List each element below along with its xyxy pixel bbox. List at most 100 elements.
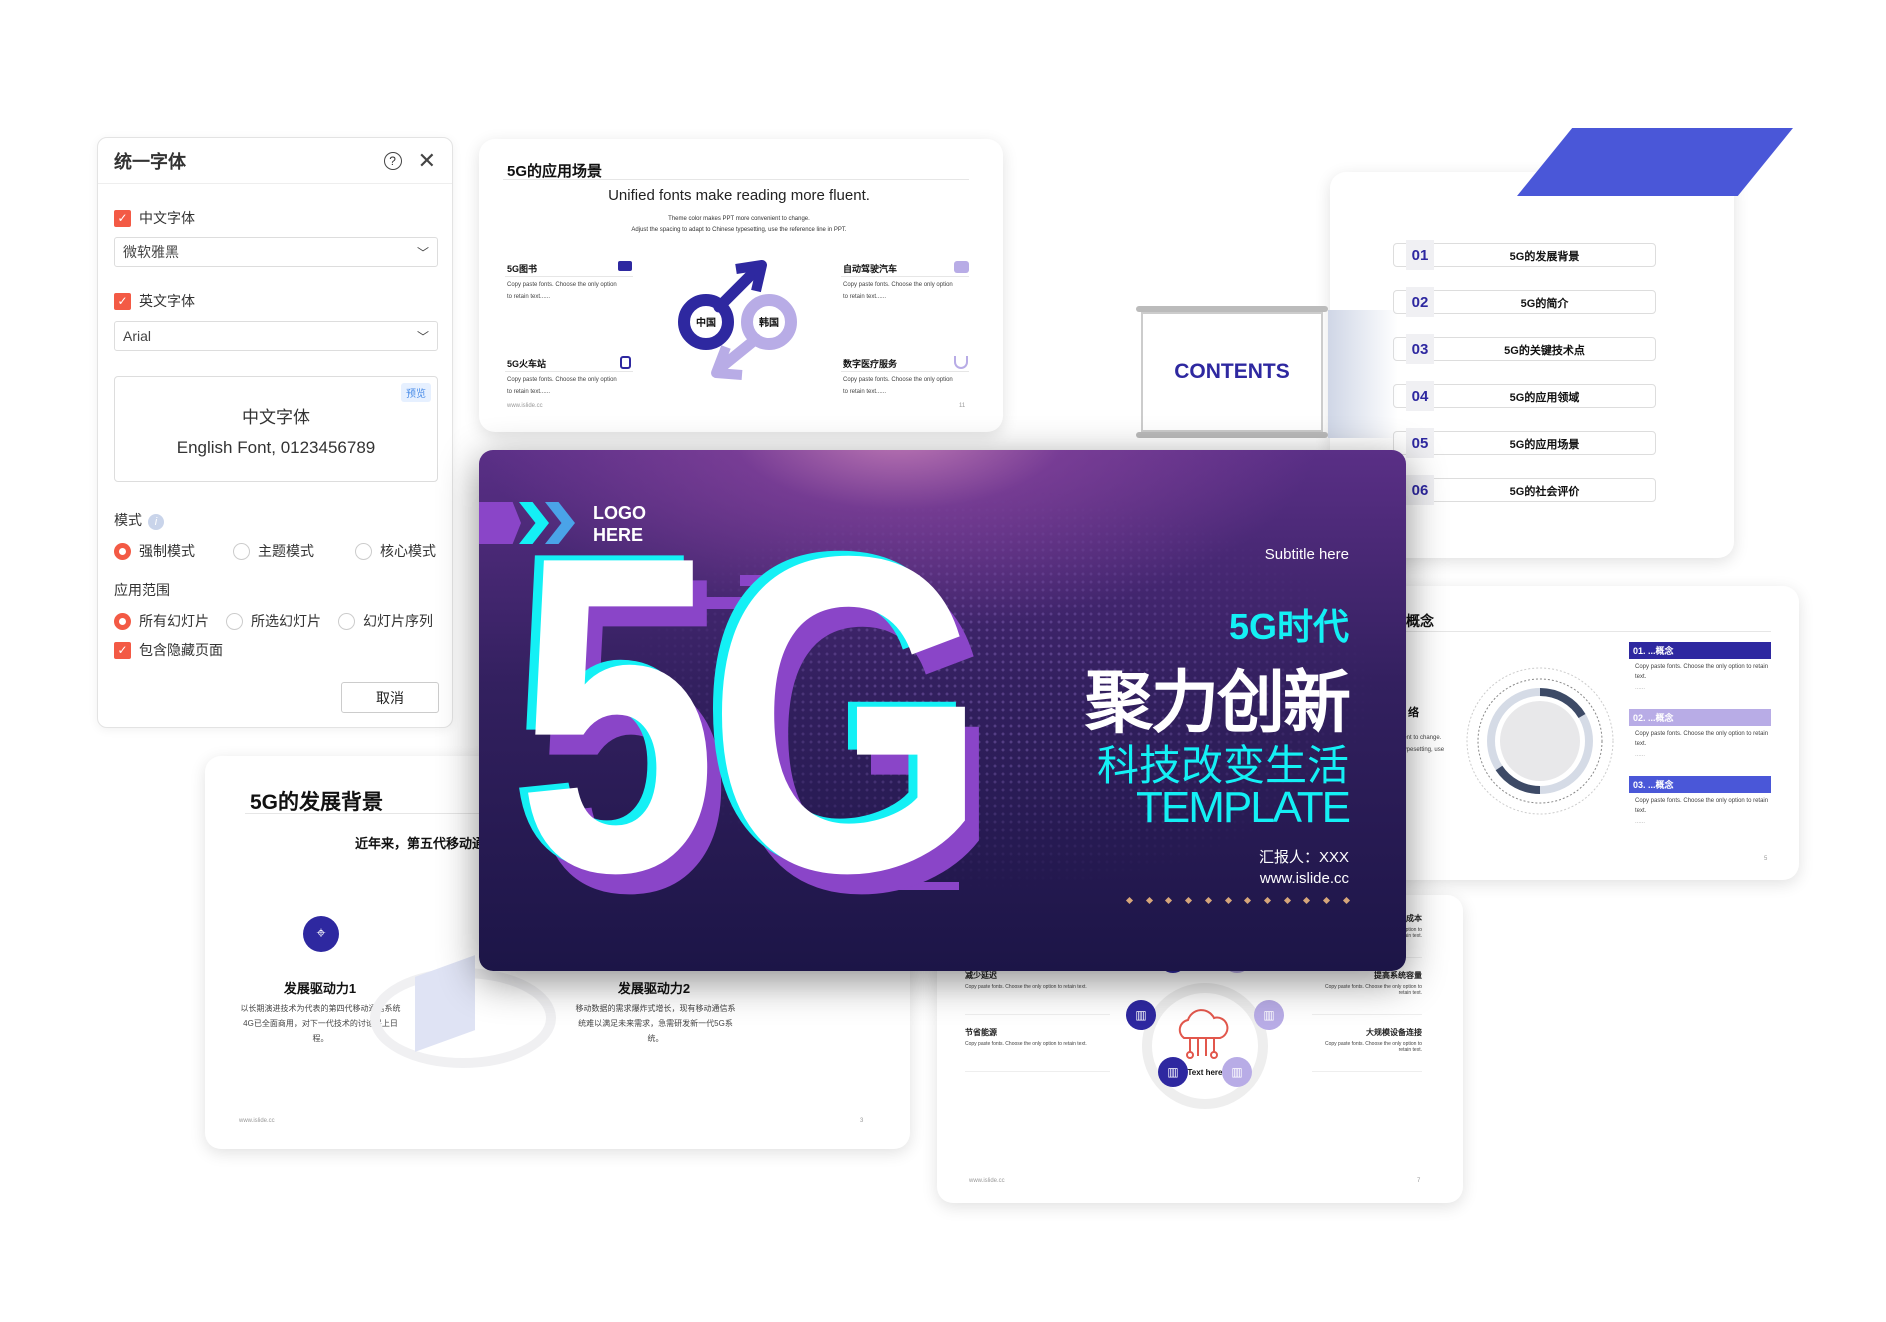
advantage-text: Copy paste fonts. Choose the only option… <box>965 984 1087 990</box>
advantage-item: 节省能源 Copy paste fonts. Choose the only op… <box>965 1027 1110 1072</box>
contents-item-number: 06 <box>1406 475 1434 505</box>
advantage-title: 减少延迟 <box>965 971 997 980</box>
contents-item-number: 05 <box>1406 428 1434 458</box>
contents-heading: CONTENTS <box>1141 312 1323 432</box>
radio-mode-theme[interactable]: 主题模式 <box>233 541 314 561</box>
stethoscope-icon <box>954 356 968 369</box>
website: www.islide.cc <box>1259 870 1349 887</box>
slide-thumbnail-scenes[interactable]: 5G的应用场景 Unified fonts make reading more … <box>479 139 1003 432</box>
chevron-down-icon: ﹀ <box>416 245 429 260</box>
laptop-chart-icon: ▥ <box>1222 1057 1252 1087</box>
dialog-title: 统一字体 <box>114 151 186 172</box>
contents-item-label: 5G的社会评价 <box>1509 486 1580 498</box>
slide-footer: www.islide.cc <box>507 403 543 409</box>
mode-label: 模式 i <box>114 510 164 530</box>
slide-headline: Unified fonts make reading more fluent. <box>608 187 870 204</box>
item-desc: Copy paste fonts. Choose the only option… <box>507 377 617 395</box>
preview-english: English Font, 0123456789 <box>176 438 376 457</box>
contents-item-number: 03 <box>1406 334 1434 364</box>
concept-block: 01. ...概念 Copy paste fonts. Choose the on… <box>1629 642 1771 694</box>
radio-mode-forced[interactable]: 强制模式 <box>114 541 195 561</box>
concept-block-text: Copy paste fonts. Choose the only option… <box>1635 664 1769 680</box>
intro-text: 近年来，第五代移动通 <box>355 836 486 851</box>
chinese-font-select[interactable]: 微软雅黑 ﹀ <box>114 237 438 267</box>
concept-block-text: Copy paste fonts. Choose the only option… <box>1635 731 1769 747</box>
font-preview: 预览 中文字体 English Font, 0123456789 <box>114 376 438 482</box>
item-desc: Copy paste fonts. Choose the only option… <box>507 282 617 300</box>
advantage-title: 大规模设备连接 <box>1366 1028 1422 1037</box>
concept-block-title: 03. ...概念 <box>1629 776 1771 793</box>
slide-sub1: Theme color makes PPT more convenient to… <box>668 216 810 222</box>
include-hidden-checkbox[interactable]: ✓ 包含隐藏页面 <box>114 640 223 660</box>
contents-item[interactable]: 01 5G的发展背景 <box>1393 240 1656 270</box>
slide-footer: www.islide.cc <box>239 1118 275 1124</box>
item-title: 数字医疗服务 <box>843 359 898 369</box>
english-font-value: Arial <box>123 328 152 344</box>
contents-item[interactable]: 05 5G的应用场景 <box>1393 428 1656 458</box>
big-5g-text: 5G <box>517 463 987 967</box>
radio-scope-selected[interactable]: 所选幻灯片 <box>226 611 321 631</box>
concept-block: 02. ...概念 Copy paste fonts. Choose the on… <box>1629 709 1771 761</box>
checkmark-icon: ✓ <box>114 641 131 659</box>
chinese-font-value: 微软雅黑 <box>123 244 179 260</box>
item-title: 自动驾驶汽车 <box>843 264 898 274</box>
help-icon[interactable]: ? <box>383 151 402 170</box>
car-icon <box>954 261 969 273</box>
cloud-network-icon <box>1178 1009 1229 1059</box>
chinese-font-checkbox[interactable]: ✓ 中文字体 <box>114 208 195 228</box>
title-line-template: TEMPLATE <box>1135 783 1351 832</box>
driver2-text: 移动数据的需求爆炸式增长，现有移动通信系统难以满足未来需求，急需研发新一代5G系… <box>575 1004 736 1043</box>
contents-item[interactable]: 03 5G的关键技术点 <box>1393 334 1656 364</box>
concept-block-more: ...... <box>1635 819 1646 825</box>
info-icon[interactable]: i <box>148 514 164 530</box>
item-title: 5G火车站 <box>507 359 547 369</box>
cancel-button[interactable]: 取消 <box>341 682 439 713</box>
item-title: 5G图书 <box>507 264 538 274</box>
slide-page-number: 3 <box>860 1118 864 1124</box>
scope-label: 应用范围 <box>114 582 170 598</box>
china-korea-arrows-graphic: 中国 韩国 <box>678 260 797 380</box>
slide-thumbnail-concept[interactable]: 概念 络 t.ient to change.typesetting, use 0… <box>1390 586 1799 880</box>
item-desc: Copy paste fonts. Choose the only option… <box>843 377 953 395</box>
advantage-text: Copy paste fonts. Choose the only option… <box>1324 1041 1422 1053</box>
laptop-chart-icon: ▥ <box>1126 1000 1156 1030</box>
slide-title: 5G的发展背景 <box>250 791 384 814</box>
contents-item-number: 02 <box>1406 287 1434 317</box>
contents-item-label: 5G的应用领域 <box>1509 392 1580 404</box>
diamond-dots <box>1125 896 1350 905</box>
concept-block-title: 02. ...概念 <box>1629 709 1771 726</box>
slide-page-number: 5 <box>1764 856 1768 862</box>
slide-sub2: Adjust the spacing to adapt to Chinese t… <box>631 227 847 233</box>
slide-title: 概念 <box>1406 613 1434 629</box>
korea-label: 韩国 <box>759 316 779 329</box>
contents-item[interactable]: 02 5G的简介 <box>1393 287 1656 317</box>
concept-block-more: ...... <box>1635 685 1646 691</box>
logo-arrow-icon <box>479 502 521 544</box>
title-line-5g-era: 5G时代 <box>1228 606 1349 647</box>
driver2-title: 发展驱动力2 <box>617 981 691 996</box>
checkmark-icon: ✓ <box>114 292 131 310</box>
contents-item[interactable]: 06 5G的社会评价 <box>1393 475 1656 505</box>
preview-badge: 预览 <box>401 383 431 402</box>
radio-scope-all[interactable]: 所有幻灯片 <box>114 611 209 631</box>
concept-block: 03. ...概念 Copy paste fonts. Choose the on… <box>1629 776 1771 828</box>
subtitle: Subtitle here <box>1264 546 1349 563</box>
contents-item-label: 5G的关键技术点 <box>1504 345 1585 357</box>
radio-scope-sequence[interactable]: 幻灯片序列 <box>338 611 433 631</box>
driver1-title: 发展驱动力1 <box>283 981 357 996</box>
english-font-select[interactable]: Arial ﹀ <box>114 321 438 351</box>
close-icon[interactable]: ✕ <box>418 148 436 174</box>
english-font-checkbox[interactable]: ✓ 英文字体 <box>114 291 195 311</box>
contents-item-number: 01 <box>1406 240 1434 270</box>
checkmark-icon: ✓ <box>114 209 131 227</box>
contents-item[interactable]: 04 5G的应用领域 <box>1393 381 1656 411</box>
reporter: 汇报人：XXX <box>1258 849 1349 866</box>
radio-mode-core[interactable]: 核心模式 <box>355 541 436 561</box>
side-title: 络 <box>1408 707 1419 719</box>
slide-footer: www.islide.cc <box>969 1178 1005 1184</box>
accent-parallelogram <box>1517 128 1793 196</box>
main-slide-cover[interactable]: LOGO HERE 5G Subtitle here 5G时代 聚力创新 科技改变… <box>479 450 1406 971</box>
chevron-down-icon: ﹀ <box>416 329 429 344</box>
contents-board: CONTENTS <box>1136 306 1328 438</box>
dialog-header: 统一字体 ? ✕ <box>98 138 452 184</box>
